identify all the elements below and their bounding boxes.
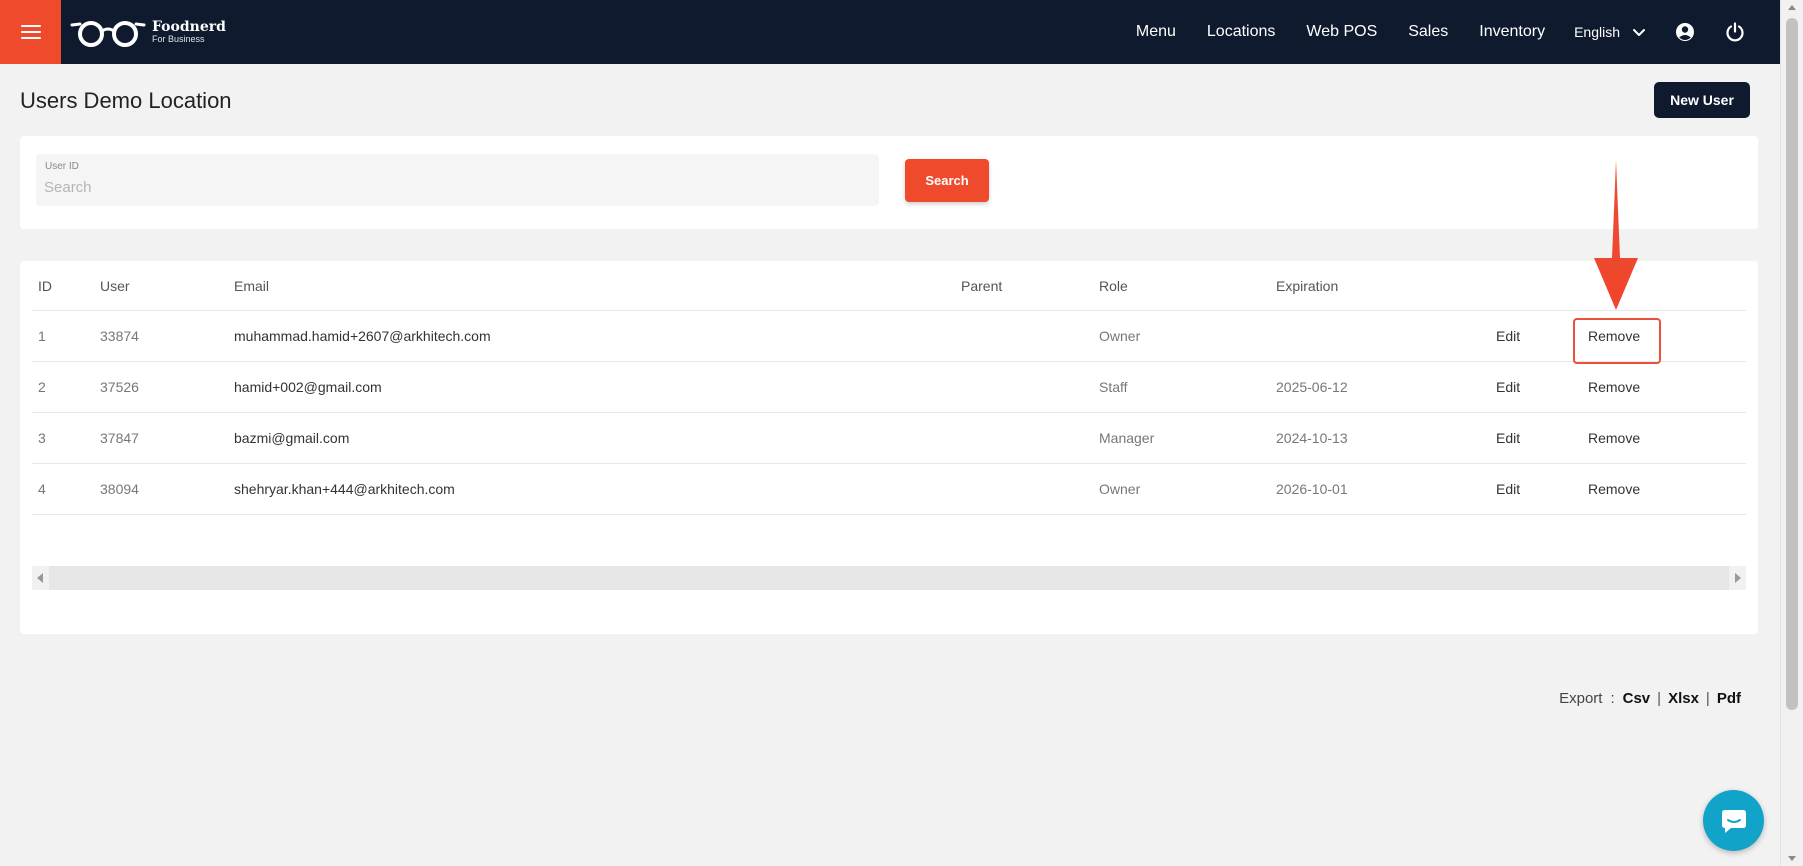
cell-user: 33874 <box>100 328 139 344</box>
nav-sales[interactable]: Sales <box>1408 23 1448 41</box>
cell-email: muhammad.hamid+2607@arkhitech.com <box>234 328 491 344</box>
language-label: English <box>1574 24 1620 40</box>
users-table-panel: ID User Email Parent Role Expiration 1 3… <box>20 261 1758 634</box>
header-user: User <box>100 277 130 294</box>
cell-email: shehryar.khan+444@arkhitech.com <box>234 481 455 497</box>
cell-role: Staff <box>1099 379 1128 395</box>
scroll-left-arrow[interactable] <box>37 573 43 583</box>
remove-link[interactable]: Remove <box>1588 464 1640 514</box>
export-links: Export : Csv | Xlsx | Pdf <box>1559 690 1741 707</box>
cell-expiration: 2025-06-12 <box>1276 379 1348 395</box>
nav-menu[interactable]: Menu <box>1136 23 1176 41</box>
scroll-up-arrow[interactable] <box>1788 5 1796 10</box>
export-separator: | <box>1705 690 1710 707</box>
brand-name: Foodnerd <box>152 19 226 35</box>
search-button[interactable]: Search <box>905 159 989 202</box>
nav-locations[interactable]: Locations <box>1207 23 1276 41</box>
remove-link[interactable]: Remove <box>1588 362 1640 412</box>
export-xlsx-link[interactable]: Xlsx <box>1668 690 1699 707</box>
hamburger-icon <box>20 21 41 43</box>
table-header: ID User Email Parent Role Expiration <box>32 261 1746 311</box>
new-user-button[interactable]: New User <box>1654 82 1750 118</box>
remove-link[interactable]: Remove <box>1588 311 1640 361</box>
menu-toggle-button[interactable] <box>0 0 61 64</box>
table-row: 1 33874 muhammad.hamid+2607@arkhitech.co… <box>32 311 1746 364</box>
table-row: 4 38094 shehryar.khan+444@arkhitech.com … <box>32 464 1746 515</box>
page-title: Users Demo Location <box>20 88 232 113</box>
nav-web-pos[interactable]: Web POS <box>1306 23 1377 41</box>
header-parent: Parent <box>961 277 1003 294</box>
cell-id: 2 <box>38 379 46 395</box>
remove-link[interactable]: Remove <box>1588 413 1640 463</box>
cell-id: 1 <box>38 328 46 344</box>
cell-id: 3 <box>38 430 46 446</box>
cell-role: Manager <box>1099 430 1155 446</box>
chat-bubble-icon <box>1721 809 1746 833</box>
user-id-input[interactable] <box>44 176 864 198</box>
cell-role: Owner <box>1099 481 1141 497</box>
cell-role: Owner <box>1099 328 1141 344</box>
export-label: Export <box>1559 690 1603 707</box>
user-id-label: User ID <box>45 161 79 172</box>
edit-link[interactable]: Edit <box>1496 464 1520 514</box>
users-table: ID User Email Parent Role Expiration 1 3… <box>32 261 1746 515</box>
brand-logo[interactable]: Foodnerd For Business <box>70 14 226 50</box>
export-pdf-link[interactable]: Pdf <box>1717 690 1741 707</box>
export-csv-link[interactable]: Csv <box>1623 690 1651 707</box>
user-id-field[interactable]: User ID <box>36 154 879 206</box>
table-row: 3 37847 bazmi@gmail.com Manager 2024-10-… <box>32 413 1746 464</box>
edit-link[interactable]: Edit <box>1496 362 1520 412</box>
chevron-down-icon <box>1633 29 1645 36</box>
table-row: 2 37526 hamid+002@gmail.com Staff 2025-0… <box>32 362 1746 413</box>
horizontal-scrollbar[interactable] <box>32 566 1746 590</box>
search-panel: User ID Search <box>20 136 1758 229</box>
cell-email: bazmi@gmail.com <box>234 430 350 446</box>
language-selector[interactable]: English <box>1574 24 1646 40</box>
vertical-scrollbar[interactable] <box>1780 0 1803 866</box>
cell-email: hamid+002@gmail.com <box>234 379 382 395</box>
scrollbar-thumb[interactable] <box>1786 18 1798 710</box>
cell-user: 37847 <box>100 430 139 446</box>
horizontal-scrollbar-thumb[interactable] <box>49 566 1729 590</box>
cell-user: 38094 <box>100 481 139 497</box>
brand-subtitle: For Business <box>152 34 205 44</box>
top-navbar: Foodnerd For Business Menu Locations Web… <box>0 0 1780 64</box>
user-circle-icon[interactable] <box>1674 21 1696 43</box>
edit-link[interactable]: Edit <box>1496 311 1520 361</box>
cell-user: 37526 <box>100 379 139 395</box>
nav-inventory[interactable]: Inventory <box>1479 23 1545 41</box>
header-id: ID <box>38 277 52 294</box>
main-nav: Menu Locations Web POS Sales Inventory E… <box>1105 0 1746 64</box>
scroll-right-arrow[interactable] <box>1735 573 1741 583</box>
glasses-icon <box>70 21 146 47</box>
edit-link[interactable]: Edit <box>1496 413 1520 463</box>
power-icon[interactable] <box>1724 21 1746 43</box>
scroll-down-arrow[interactable] <box>1788 856 1796 861</box>
header-expiration: Expiration <box>1276 277 1339 294</box>
chat-button[interactable] <box>1703 790 1764 851</box>
export-separator: | <box>1657 690 1662 707</box>
export-colon: : <box>1610 690 1615 707</box>
header-role: Role <box>1099 277 1128 294</box>
cell-expiration: 2026-10-01 <box>1276 481 1348 497</box>
cell-id: 4 <box>38 481 46 497</box>
red-arrow-icon <box>1594 160 1638 310</box>
header-email: Email <box>234 277 270 294</box>
cell-expiration: 2024-10-13 <box>1276 430 1348 446</box>
